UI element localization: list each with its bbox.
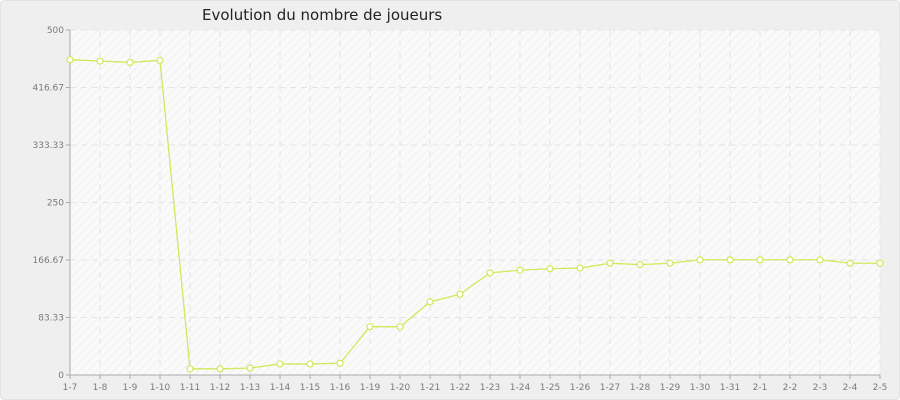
y-tick-label: 83.33 (38, 314, 64, 324)
x-tick-label: 1-10 (150, 383, 171, 393)
x-tick-label: 1-22 (450, 383, 470, 393)
x-tick-label: 1-15 (300, 383, 320, 393)
data-point (276, 360, 284, 368)
y-tick-label: 250 (47, 199, 64, 209)
data-point (816, 256, 824, 264)
y-tick-label: 333.33 (33, 141, 65, 151)
data-point (486, 269, 494, 277)
data-point (786, 256, 794, 264)
line-chart: 0 83.33 166.67 250 333.33 416.67 500 1-7 1-8 1-9… (33, 26, 888, 393)
data-point (846, 259, 854, 267)
data-point (306, 360, 314, 368)
data-point (726, 256, 734, 264)
data-point (696, 256, 704, 264)
x-tick-label: 1-26 (570, 383, 591, 393)
data-point (66, 56, 74, 64)
x-tick-label: 1-28 (630, 383, 651, 393)
y-tick-label: 500 (47, 26, 64, 36)
data-point (366, 323, 374, 331)
y-tick-label: 166.67 (33, 256, 65, 266)
data-point (186, 365, 194, 373)
data-point (876, 259, 884, 267)
data-point (216, 365, 224, 373)
data-point (516, 266, 524, 274)
x-tick-label: 2-2 (783, 383, 798, 393)
data-point (636, 261, 644, 269)
x-tick-label: 1-8 (93, 383, 108, 393)
data-point (756, 256, 764, 264)
data-point (456, 290, 464, 298)
x-tick-label: 2-4 (843, 383, 858, 393)
y-tick-label: 416.67 (33, 83, 65, 93)
x-tick-label: 1-12 (210, 383, 230, 393)
data-point (156, 56, 164, 64)
data-point (396, 323, 404, 331)
x-tick-label: 1-9 (123, 383, 138, 393)
data-point (246, 364, 254, 372)
data-point (576, 264, 584, 272)
data-point (426, 298, 434, 306)
x-tick-label: 1-24 (510, 383, 531, 393)
x-tick-label: 1-11 (180, 383, 200, 393)
data-point (546, 265, 554, 273)
x-tick-label: 1-25 (540, 383, 560, 393)
x-tick-label: 1-30 (690, 383, 711, 393)
x-tick-label: 1-7 (63, 383, 78, 393)
x-tick-label: 2-1 (753, 383, 768, 393)
data-point (606, 259, 614, 267)
data-point (666, 259, 674, 267)
x-tick-label: 1-13 (240, 383, 260, 393)
data-point (336, 359, 344, 367)
x-tick-label: 1-19 (360, 383, 381, 393)
x-tick-label: 1-16 (330, 383, 351, 393)
data-point (96, 57, 104, 65)
data-point (126, 58, 134, 67)
x-tick-label: 1-29 (660, 383, 681, 393)
x-tick-label: 2-3 (813, 383, 828, 393)
x-tick-label: 1-21 (420, 383, 440, 393)
x-tick-label: 1-27 (600, 383, 620, 393)
x-tick-label: 1-23 (480, 383, 500, 393)
x-tick-label: 1-14 (270, 383, 291, 393)
x-tick-label: 1-31 (720, 383, 740, 393)
x-tick-label: 2-5 (873, 383, 888, 393)
x-tick-label: 1-20 (390, 383, 411, 393)
y-tick-label: 0 (58, 371, 64, 381)
